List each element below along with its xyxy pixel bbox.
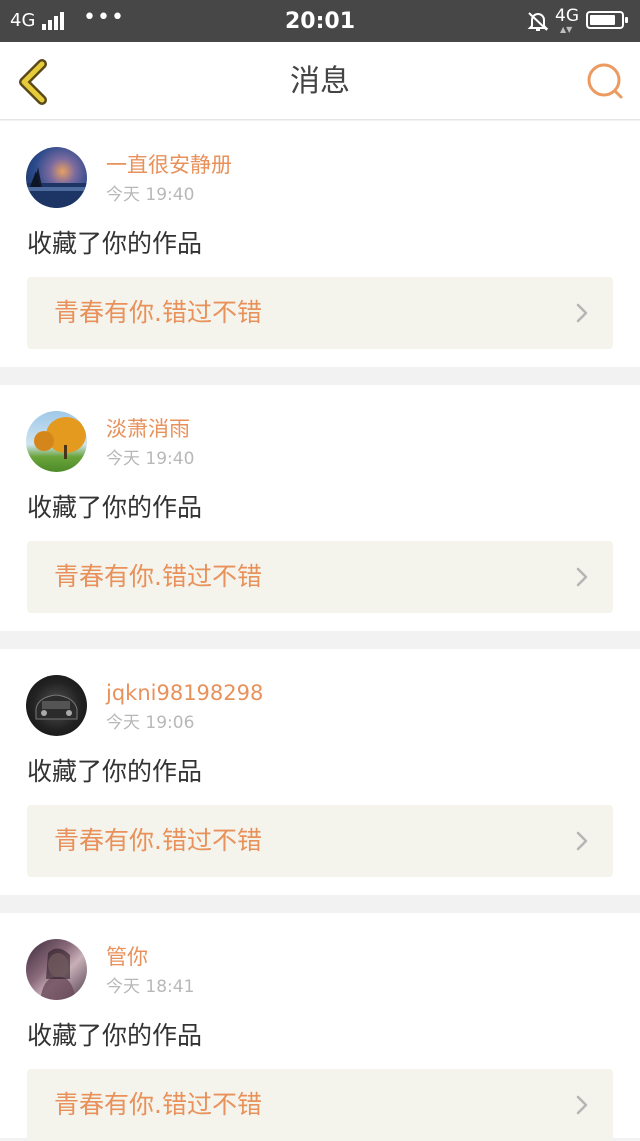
username-link[interactable]: 一直很安静册 xyxy=(106,151,232,179)
search-button[interactable] xyxy=(584,60,626,102)
chevron-right-icon xyxy=(576,1095,588,1115)
status-bar: 4G ••• 20:01 4G ▲▼ xyxy=(0,0,640,42)
message-card: 淡萧消雨 今天 19:40 收藏了你的作品 青春有你.错过不错 xyxy=(0,385,640,631)
battery-icon xyxy=(586,11,628,29)
message-card: jqkni98198298 今天 19:06 收藏了你的作品 青春有你.错过不错 xyxy=(0,649,640,895)
message-card: 一直很安静册 今天 19:40 收藏了你的作品 青春有你.错过不错 xyxy=(0,121,640,367)
chevron-right-icon xyxy=(576,303,588,323)
message-action-text: 收藏了你的作品 xyxy=(27,757,203,786)
work-title: 青春有你.错过不错 xyxy=(54,1090,262,1119)
message-action-text: 收藏了你的作品 xyxy=(27,493,203,522)
page-title: 消息 xyxy=(290,64,350,99)
message-time: 今天 19:06 xyxy=(106,713,195,733)
avatar[interactable] xyxy=(26,147,87,208)
search-icon xyxy=(587,63,623,99)
work-title: 青春有你.错过不错 xyxy=(54,562,262,591)
chevron-right-icon xyxy=(576,567,588,587)
avatar-image xyxy=(35,694,78,720)
message-time: 今天 19:40 xyxy=(106,449,195,469)
work-title: 青春有你.错过不错 xyxy=(54,826,262,855)
avatar-image xyxy=(40,948,76,1000)
data-activity-icon: ▲▼ xyxy=(560,25,573,34)
network-type-right-label: 4G xyxy=(555,6,579,26)
mute-bell-icon xyxy=(527,12,549,31)
message-action-text: 收藏了你的作品 xyxy=(27,229,203,258)
message-time: 今天 19:40 xyxy=(106,185,195,205)
header-bar: 消息 xyxy=(0,42,640,120)
work-link[interactable]: 青春有你.错过不错 xyxy=(27,1069,613,1141)
avatar[interactable] xyxy=(26,675,87,736)
message-action-text: 收藏了你的作品 xyxy=(27,1021,203,1050)
message-time: 今天 18:41 xyxy=(106,977,195,997)
username-link[interactable]: 淡萧消雨 xyxy=(106,415,190,443)
work-title: 青春有你.错过不错 xyxy=(54,298,262,327)
username-link[interactable]: jqkni98198298 xyxy=(106,679,263,707)
message-card: 管你 今天 18:41 收藏了你的作品 青春有你.错过不错 xyxy=(0,913,640,1141)
work-link[interactable]: 青春有你.错过不错 xyxy=(27,277,613,349)
avatar-image xyxy=(34,417,86,459)
username-link[interactable]: 管你 xyxy=(106,943,148,971)
chevron-right-icon xyxy=(576,831,588,851)
work-link[interactable]: 青春有你.错过不错 xyxy=(27,541,613,613)
avatar[interactable] xyxy=(26,411,87,472)
avatar-image xyxy=(26,167,87,208)
work-link[interactable]: 青春有你.错过不错 xyxy=(27,805,613,877)
avatar[interactable] xyxy=(26,939,87,1000)
